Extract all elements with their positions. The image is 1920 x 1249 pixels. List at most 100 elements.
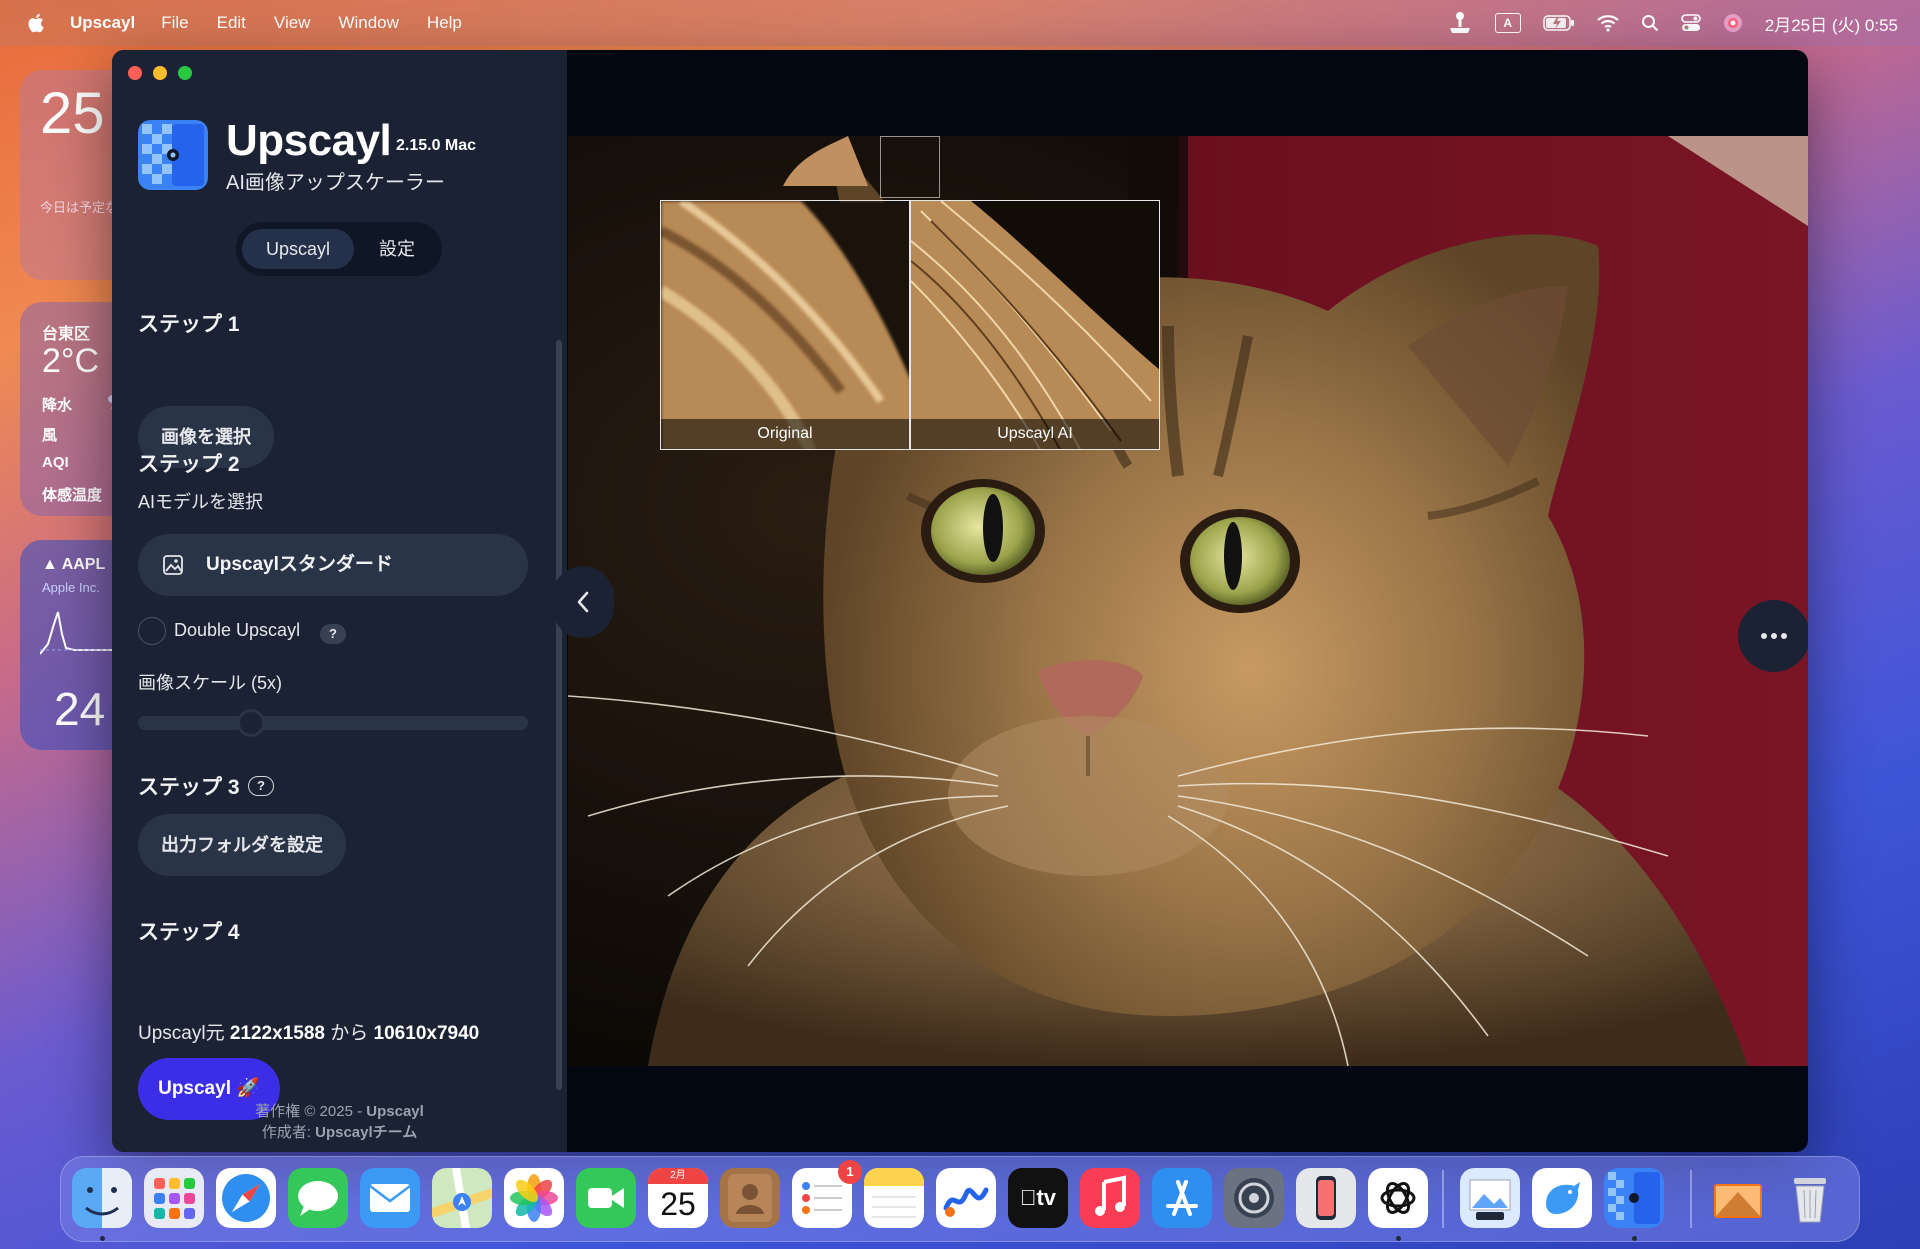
weather-temperature: 2°C: [42, 342, 100, 380]
collapse-sidebar-button[interactable]: [552, 566, 614, 638]
footer-copyright: 著作権 © 2025 - Upscayl: [112, 1100, 567, 1121]
ellipsis-icon: [1761, 633, 1787, 639]
zoom-window-button[interactable]: [178, 66, 192, 80]
notes-icon[interactable]: [864, 1168, 924, 1228]
upscale-info-middle: から: [330, 1023, 369, 1044]
upscayl-logo-icon: [138, 120, 208, 190]
control-center-icon[interactable]: [1680, 14, 1701, 32]
search-icon[interactable]: [1641, 14, 1659, 32]
dock-separator-2: [1690, 1170, 1692, 1228]
upscale-to-size: 10610x7940: [373, 1023, 480, 1044]
lens-indicator: [880, 136, 940, 198]
reminders-badge: 1: [838, 1160, 862, 1184]
step-3-title: ステップ 3: [138, 776, 240, 799]
dock: 2月 25 1 tv: [60, 1156, 1860, 1242]
bird-app-icon[interactable]: [1532, 1168, 1592, 1228]
iphone-mirroring-icon[interactable]: [1296, 1168, 1356, 1228]
author-link[interactable]: Upscaylチーム: [315, 1124, 417, 1141]
footer-author: 作成者: Upscaylチーム: [112, 1121, 567, 1142]
model-select-button[interactable]: Upscaylスタンダード: [138, 534, 528, 596]
image-model-icon: [163, 555, 183, 575]
facetime-icon[interactable]: [576, 1168, 636, 1228]
minimize-window-button[interactable]: [153, 66, 167, 80]
tab-settings[interactable]: 設定: [360, 229, 434, 269]
input-source-label: A: [1494, 13, 1521, 33]
scale-slider[interactable]: [138, 709, 528, 737]
upscayl-icon[interactable]: [1604, 1168, 1664, 1228]
apple-menu-icon[interactable]: [26, 12, 48, 34]
zoom-original-label: Original: [661, 419, 909, 449]
preview-icon[interactable]: [1460, 1168, 1520, 1228]
system-settings-icon[interactable]: [1224, 1168, 1284, 1228]
more-options-button[interactable]: [1738, 600, 1808, 672]
scale-slider-fill: [138, 716, 251, 730]
contacts-icon[interactable]: [720, 1168, 780, 1228]
zoom-upscayl-label: Upscayl AI: [911, 419, 1159, 449]
weather-row-precip: 降水: [42, 397, 73, 414]
step-2-title: ステップ 2: [138, 453, 240, 476]
weather-location: 台東区: [42, 326, 91, 343]
finder-running-dot: [100, 1236, 105, 1241]
zoom-upscayl-ai: Upscayl AI: [910, 200, 1160, 450]
double-upscayl-label: Double Upscayl: [174, 620, 301, 640]
stock-price: 24: [54, 683, 106, 735]
downloads-icon[interactable]: [1708, 1168, 1768, 1228]
mail-icon[interactable]: [360, 1168, 420, 1228]
menu-edit[interactable]: Edit: [217, 13, 246, 33]
calendar-icon[interactable]: 2月 25: [648, 1168, 708, 1228]
chatgpt-icon[interactable]: [1368, 1168, 1428, 1228]
menu-view[interactable]: View: [274, 13, 311, 33]
upscayl-window: Original Upscayl AI Upscayl 2.15.0 Mac A…: [112, 50, 1808, 1152]
menu-clock[interactable]: 2月25日 (火) 0:55: [1765, 11, 1898, 36]
chatgpt-running-dot: [1396, 1236, 1401, 1241]
calendar-icon-month: 2月: [648, 1168, 708, 1184]
finder-icon[interactable]: [72, 1168, 132, 1228]
siri-icon[interactable]: [1723, 13, 1743, 33]
stock-symbol: ▲ AAPL: [42, 556, 106, 573]
photos-icon[interactable]: [504, 1168, 564, 1228]
tv-icon[interactable]: tv: [1008, 1168, 1068, 1228]
messages-icon[interactable]: [288, 1168, 348, 1228]
close-window-button[interactable]: [128, 66, 142, 80]
upscale-info: Upscayl元 2122x1588 から 10610x7940: [138, 1018, 479, 1045]
freeform-icon[interactable]: [936, 1168, 996, 1228]
calendar-widget-day: 25: [40, 81, 105, 146]
step-1-title: ステップ 1: [138, 313, 240, 336]
scale-slider-handle[interactable]: [237, 709, 265, 737]
model-label: AIモデルを選択: [138, 492, 264, 512]
double-upscayl-checkbox[interactable]: [138, 617, 166, 645]
maps-icon[interactable]: [432, 1168, 492, 1228]
tab-upscayl[interactable]: Upscayl: [242, 229, 354, 269]
scale-label: 画像スケール (5x): [138, 673, 282, 693]
step-3-help-button[interactable]: ?: [248, 776, 274, 796]
app-version: 2.15.0 Mac: [396, 137, 477, 154]
set-output-folder-button[interactable]: 出力フォルダを設定: [138, 814, 346, 876]
sidebar-scrollbar[interactable]: [556, 340, 562, 1090]
safari-icon[interactable]: [216, 1168, 276, 1228]
wifi-icon[interactable]: [1597, 14, 1619, 32]
weather-row-aqi: AQI: [42, 454, 69, 471]
model-select-value: Upscaylスタンダード: [206, 554, 393, 575]
music-icon[interactable]: [1080, 1168, 1140, 1228]
app-store-icon[interactable]: [1152, 1168, 1212, 1228]
trash-icon[interactable]: [1780, 1168, 1840, 1228]
zoom-original: Original: [660, 200, 910, 450]
copyright-link[interactable]: Upscayl: [366, 1103, 424, 1120]
chevron-left-icon: [577, 591, 589, 613]
apple-small-icon: : [1020, 1185, 1037, 1210]
battery-icon[interactable]: [1543, 15, 1575, 31]
menu-window[interactable]: Window: [338, 13, 398, 33]
stock-name: Apple Inc.: [42, 580, 100, 595]
joystick-icon[interactable]: [1447, 11, 1473, 35]
menu-app-name[interactable]: Upscayl: [70, 13, 135, 33]
menu-bar: Upscayl File Edit View Window Help A 2月2…: [0, 0, 1920, 46]
menu-file[interactable]: File: [161, 13, 188, 33]
app-subtitle: AI画像アップスケーラー: [226, 172, 445, 194]
tv-icon-label: tv: [1028, 1185, 1056, 1210]
menu-help[interactable]: Help: [427, 13, 462, 33]
launchpad-icon[interactable]: [144, 1168, 204, 1228]
step-4-title: ステップ 4: [138, 921, 240, 944]
double-upscayl-help-button[interactable]: ?: [320, 624, 346, 644]
weather-row-feels: 体感温度: [42, 487, 103, 504]
input-source-icon[interactable]: A: [1494, 13, 1521, 33]
